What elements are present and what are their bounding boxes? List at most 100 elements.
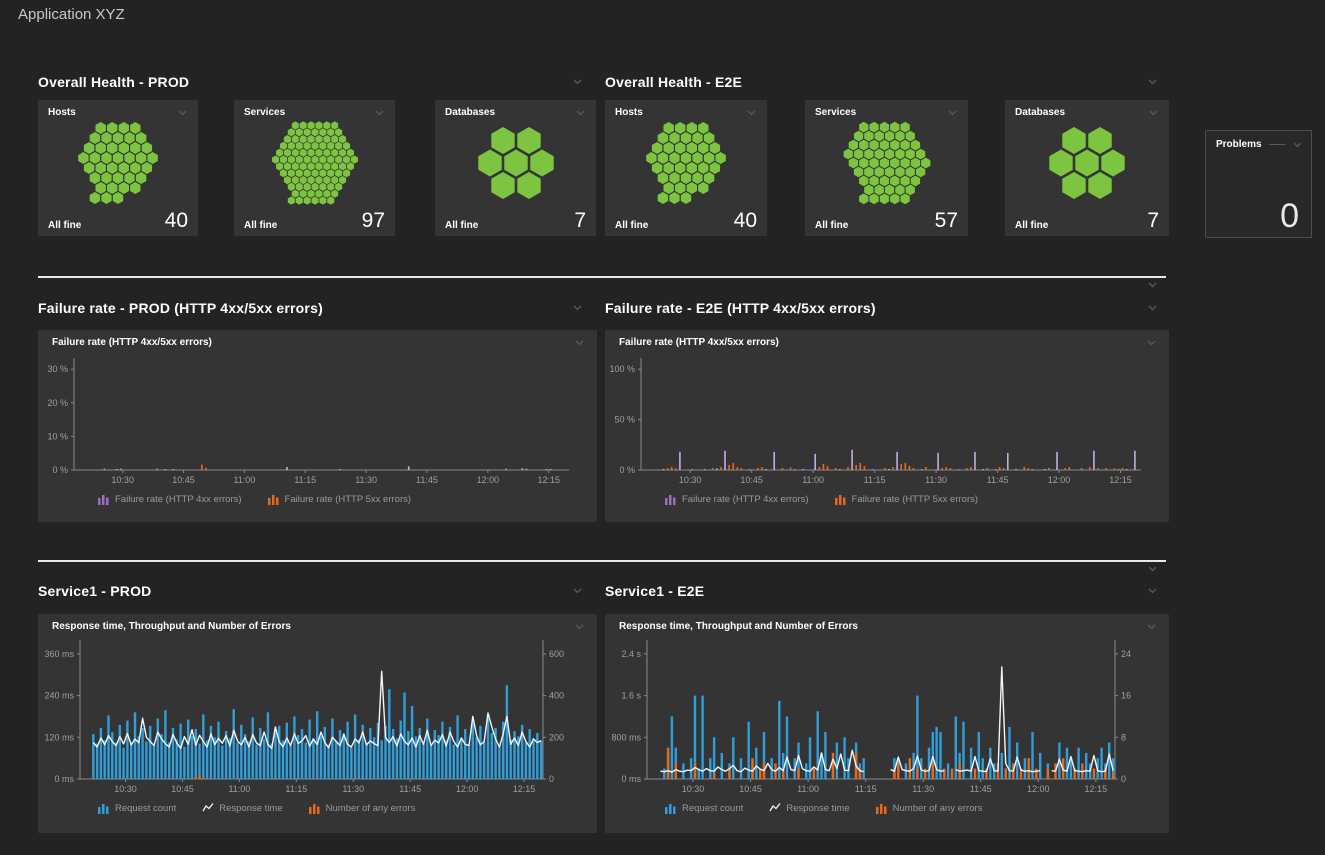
legend-label: Number of any errors — [893, 803, 983, 814]
legend-item[interactable]: Failure rate (HTTP 5xx errors) — [835, 493, 979, 505]
tile-hosts-e2e[interactable]: Hosts All fine 40 — [605, 100, 767, 236]
status-label: All fine — [615, 220, 648, 231]
chevron-down-icon[interactable] — [1146, 303, 1158, 313]
legend-item[interactable]: Failure rate (HTTP 4xx errors) — [665, 493, 809, 505]
chevron-down-icon[interactable] — [745, 108, 757, 118]
legend-label: Failure rate (HTTP 5xx errors) — [852, 494, 979, 505]
tile-failure-rate-e2e[interactable]: Failure rate (HTTP 4xx/5xx errors) 0 %50… — [605, 330, 1169, 522]
svg-text:11:00: 11:00 — [228, 784, 250, 794]
tile-title: Response time, Throughput and Number of … — [619, 621, 858, 632]
legend-item[interactable]: Failure rate (HTTP 4xx errors) — [98, 493, 242, 505]
honeycomb-hosts-prod[interactable] — [58, 120, 178, 206]
tile-service1-e2e[interactable]: Response time, Throughput and Number of … — [605, 614, 1169, 833]
tile-hosts-prod[interactable]: Hosts All fine40 — [38, 100, 198, 236]
svg-text:11:00: 11:00 — [233, 475, 255, 485]
svg-text:11:45: 11:45 — [987, 475, 1009, 485]
legend-label: Request count — [115, 803, 176, 814]
tile-databases-e2e[interactable]: Databases All fine7 — [1005, 100, 1169, 236]
chevron-down-icon[interactable] — [176, 108, 188, 118]
honeycomb-databases-prod[interactable] — [456, 120, 576, 206]
svg-text:24: 24 — [1121, 649, 1131, 659]
chevron-down-icon[interactable] — [1146, 586, 1158, 596]
section-title: Failure rate - PROD (HTTP 4xx/5xx errors… — [38, 300, 323, 316]
section-header-health-e2e: Overall Health - E2E — [605, 73, 1158, 91]
honeycomb-hosts-e2e[interactable] — [626, 120, 746, 206]
legend-item[interactable]: Response time — [202, 802, 282, 814]
line-series-icon — [202, 802, 214, 814]
chart-legend: Request count Response time Number of any … — [98, 802, 597, 814]
chart-legend: Failure rate (HTTP 4xx errors) Failure ra… — [665, 493, 1169, 505]
status-label: All fine — [244, 220, 277, 231]
status-label: All fine — [445, 220, 478, 231]
svg-text:11:30: 11:30 — [355, 475, 377, 485]
tile-databases-prod[interactable]: Databases All fine7 — [435, 100, 596, 236]
honeycomb-databases-e2e[interactable] — [1027, 120, 1147, 206]
legend-label: Failure rate (HTTP 4xx errors) — [115, 494, 242, 505]
svg-text:12:15: 12:15 — [1109, 475, 1132, 485]
svg-text:11:45: 11:45 — [970, 784, 992, 794]
chevron-down-icon[interactable] — [1147, 108, 1159, 118]
legend-item[interactable]: Number of any errors — [309, 802, 416, 814]
failure-rate-chart-e2e[interactable]: 0 %50 %100 %10:3010:4511:0011:1511:3011:… — [605, 348, 1153, 490]
svg-text:12:00: 12:00 — [456, 784, 479, 794]
failure-rate-chart-prod[interactable]: 0 %10 %20 %30 %10:3010:4511:0011:1511:30… — [38, 348, 581, 490]
tile-title: Failure rate (HTTP 4xx/5xx errors) — [619, 337, 779, 348]
tile-problems[interactable]: Problems 0 — [1205, 130, 1312, 238]
legend-item[interactable]: Response time — [769, 802, 849, 814]
svg-text:11:30: 11:30 — [925, 475, 947, 485]
svg-text:10 %: 10 % — [47, 431, 68, 441]
tile-failure-rate-prod[interactable]: Failure rate (HTTP 4xx/5xx errors) 0 %10… — [38, 330, 597, 522]
svg-text:11:15: 11:15 — [294, 475, 316, 485]
service-chart-prod[interactable]: 0 ms120 ms240 ms360 ms020040060010:3010:… — [38, 632, 581, 799]
chevron-down-icon[interactable] — [1145, 622, 1157, 632]
svg-text:11:30: 11:30 — [912, 784, 934, 794]
chevron-down-icon[interactable] — [571, 77, 583, 87]
chevron-down-icon[interactable] — [573, 622, 585, 632]
chart-legend: Failure rate (HTTP 4xx errors) Failure ra… — [98, 493, 597, 505]
tile-title: Hosts — [48, 107, 76, 118]
chevron-down-icon[interactable] — [1146, 77, 1158, 87]
status-label: All fine — [48, 220, 81, 231]
svg-text:12:15: 12:15 — [1085, 784, 1108, 794]
svg-text:16: 16 — [1121, 691, 1131, 701]
entity-count: 40 — [734, 210, 757, 231]
legend-item[interactable]: Failure rate (HTTP 5xx errors) — [268, 493, 412, 505]
honeycomb-services-prod[interactable] — [255, 120, 375, 206]
svg-text:400: 400 — [549, 691, 564, 701]
legend-item[interactable]: Number of any errors — [876, 802, 983, 814]
legend-item[interactable]: Request count — [98, 802, 176, 814]
tile-title: Services — [815, 107, 856, 118]
tile-services-e2e[interactable]: Services All fine57 — [805, 100, 968, 236]
chevron-down-icon[interactable] — [373, 108, 385, 118]
chevron-down-icon[interactable] — [571, 303, 583, 313]
legend-item[interactable]: Request count — [665, 802, 743, 814]
chevron-down-icon[interactable] — [1146, 564, 1158, 574]
tile-title: Response time, Throughput and Number of … — [52, 621, 291, 632]
svg-text:50 %: 50 % — [614, 415, 635, 425]
honeycomb-services-e2e[interactable] — [827, 120, 947, 206]
svg-text:11:30: 11:30 — [342, 784, 364, 794]
service-chart-e2e[interactable]: 0 ms800 ms1.6 s2.4 s08162410:3010:4511:0… — [605, 632, 1153, 799]
chevron-down-icon[interactable] — [1146, 280, 1158, 290]
chevron-down-icon[interactable] — [571, 586, 583, 596]
chevron-down-icon[interactable] — [1291, 140, 1303, 150]
bar-series-icon — [665, 493, 677, 505]
legend-label: Response time — [786, 803, 849, 814]
chevron-down-icon[interactable] — [573, 338, 585, 348]
problems-count: 0 — [1280, 199, 1299, 233]
tile-services-prod[interactable]: Services All fine97 — [234, 100, 395, 236]
chevron-down-icon[interactable] — [946, 108, 958, 118]
svg-text:11:00: 11:00 — [802, 475, 824, 485]
chevron-down-icon[interactable] — [1145, 338, 1157, 348]
svg-text:10:30: 10:30 — [679, 475, 702, 485]
chevron-down-icon[interactable] — [574, 108, 586, 118]
entity-count: 7 — [574, 210, 586, 231]
tile-service1-prod[interactable]: Response time, Throughput and Number of … — [38, 614, 597, 833]
section-title: Service1 - PROD — [38, 583, 152, 599]
svg-text:12:15: 12:15 — [513, 784, 536, 794]
status-label: All fine — [1015, 220, 1048, 231]
svg-text:800 ms: 800 ms — [611, 732, 641, 742]
problems-trend-placeholder — [1269, 144, 1285, 145]
tile-title: Hosts — [615, 107, 643, 118]
svg-text:10:45: 10:45 — [739, 784, 762, 794]
